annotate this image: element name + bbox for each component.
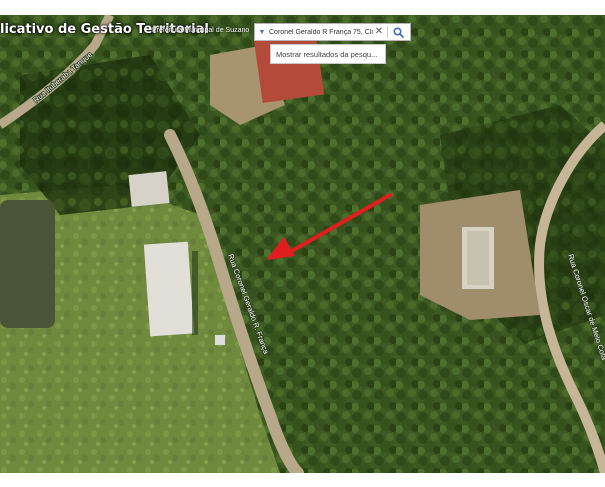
shed-2-shadow <box>192 251 198 335</box>
shed-2 <box>143 241 195 337</box>
search-input[interactable] <box>269 28 373 36</box>
search-button[interactable] <box>390 24 406 40</box>
search-box: ▼ ✕ <box>254 23 411 41</box>
building-red-roof <box>253 30 325 104</box>
clear-icon[interactable]: ✕ <box>373 27 385 37</box>
search-divider <box>387 26 388 38</box>
app-subtitle: Prefeitura Municipal de Suzano <box>152 27 250 34</box>
shed-1 <box>128 171 170 207</box>
building-east-inner <box>467 231 489 285</box>
dropdown-caret-icon[interactable]: ▼ <box>255 29 269 36</box>
small-structure <box>215 335 225 345</box>
pond <box>0 200 55 328</box>
search-suggestion[interactable]: Mostrar resultados da pesqu... <box>270 44 386 64</box>
satellite-map[interactable]: Rua Coronel Geraldo R. França Rua Corone… <box>0 15 605 473</box>
search-icon <box>392 26 404 38</box>
